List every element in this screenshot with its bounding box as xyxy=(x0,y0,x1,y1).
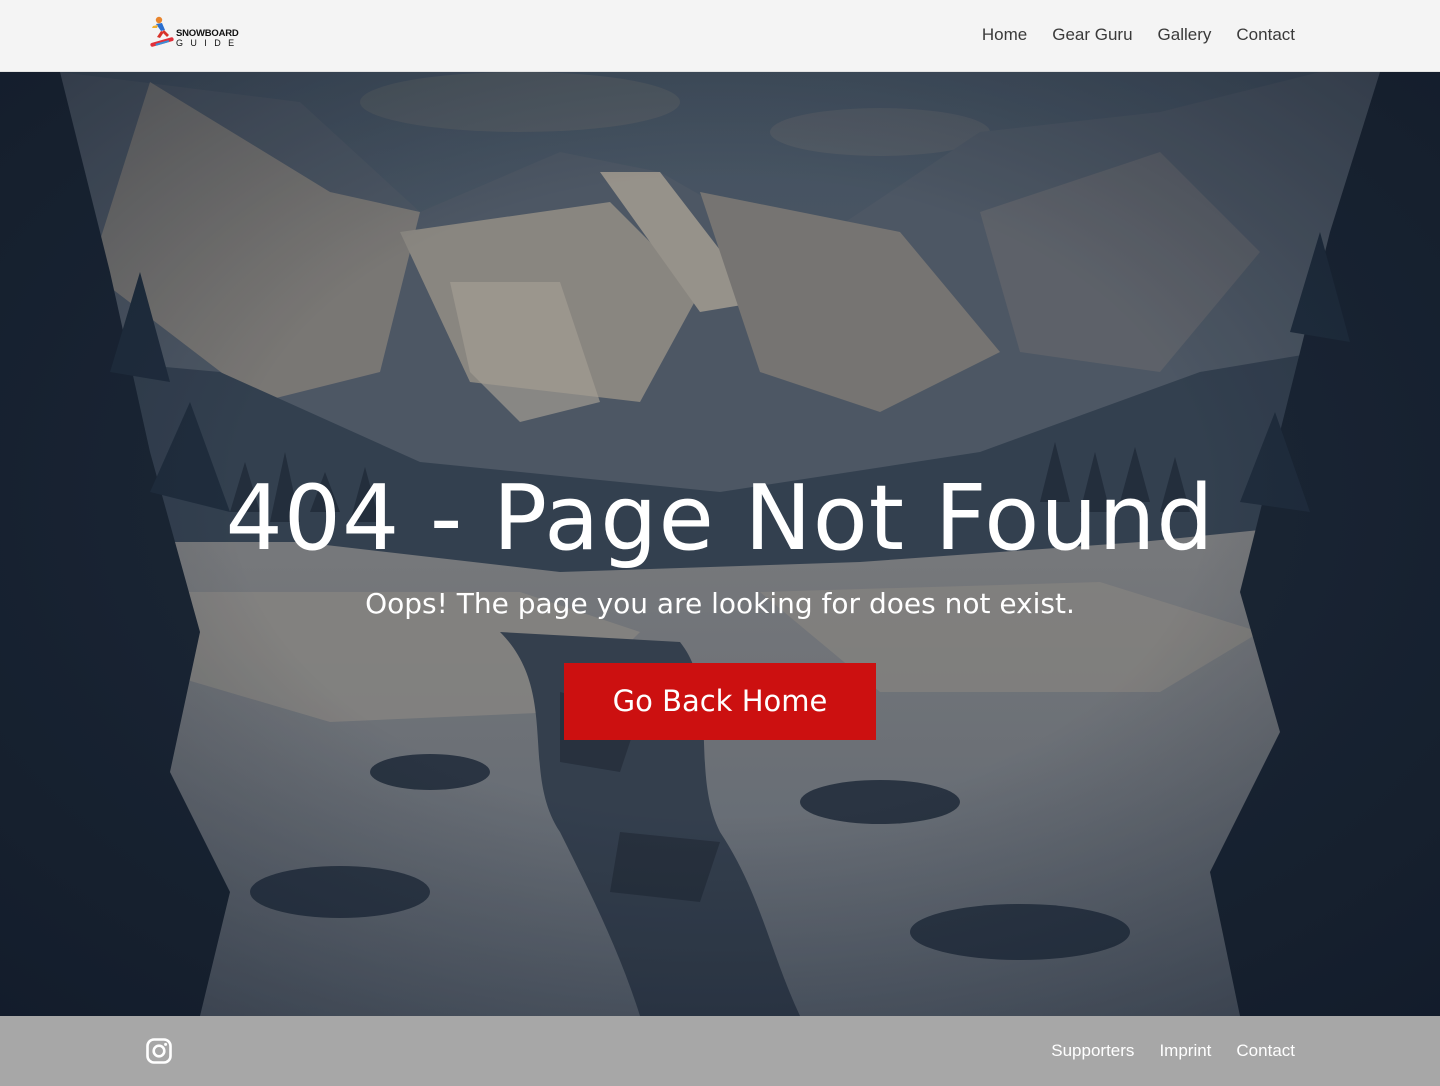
instagram-icon[interactable] xyxy=(146,1038,172,1064)
footer-imprint-link[interactable]: Imprint xyxy=(1159,1040,1211,1062)
nav-gear-guru-link[interactable]: Gear Guru xyxy=(1052,24,1132,46)
page-title: 404 - Page Not Found xyxy=(225,466,1215,571)
site-footer: Supporters Imprint Contact xyxy=(0,1016,1440,1086)
go-back-home-button[interactable]: Go Back Home xyxy=(564,663,876,740)
site-logo[interactable]: SNOWBOARD GUIDE xyxy=(147,15,247,49)
site-header: SNOWBOARD GUIDE Home Gear Guru Gallery C… xyxy=(0,0,1440,72)
nav-contact-link[interactable]: Contact xyxy=(1236,24,1295,46)
footer-contact-link[interactable]: Contact xyxy=(1236,1040,1295,1062)
footer-supporters-link[interactable]: Supporters xyxy=(1051,1040,1134,1062)
footer-nav: Supporters Imprint Contact xyxy=(1051,1040,1295,1062)
page-subtitle: Oops! The page you are looking for does … xyxy=(365,587,1075,620)
snowboarder-logo-icon xyxy=(150,16,174,47)
logo-wordmark-bottom: GUIDE xyxy=(176,38,242,48)
nav-home-link[interactable]: Home xyxy=(982,24,1027,46)
main-nav: Home Gear Guru Gallery Contact xyxy=(982,24,1295,46)
hero-section: 404 - Page Not Found Oops! The page you … xyxy=(0,72,1440,1016)
nav-gallery-link[interactable]: Gallery xyxy=(1158,24,1212,46)
